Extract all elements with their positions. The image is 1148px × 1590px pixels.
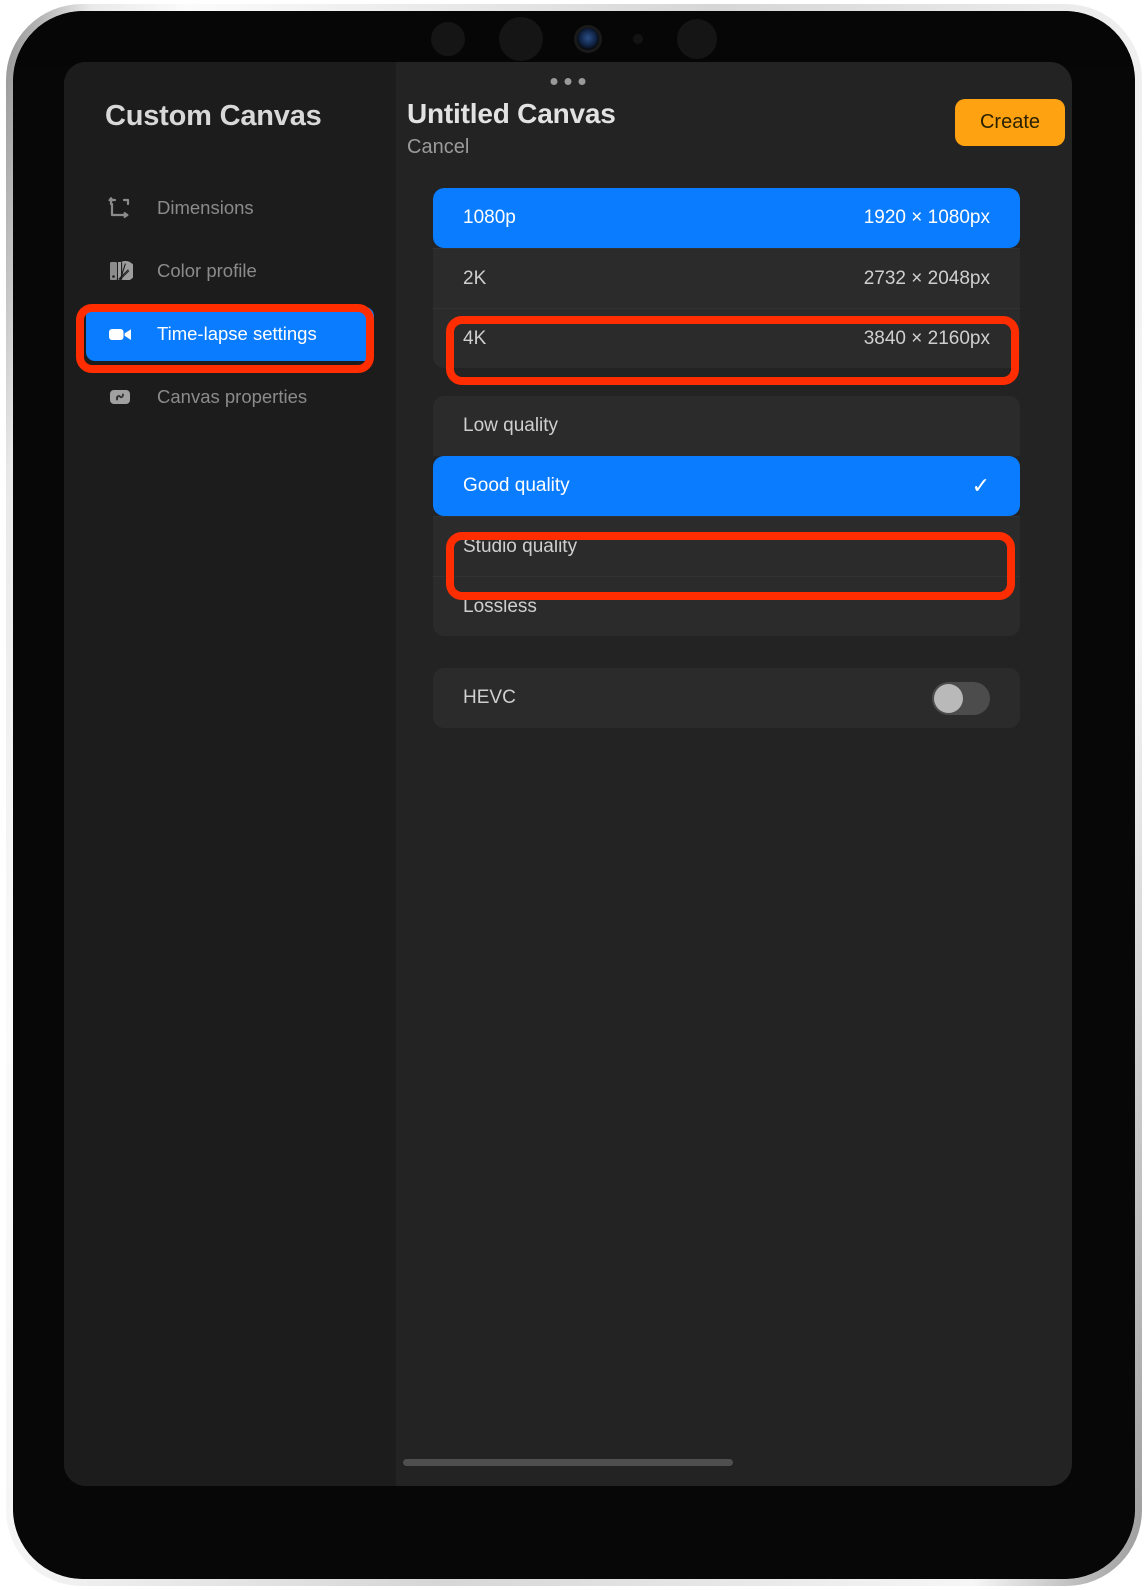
custom-canvas-panel: Custom Canvas Dimensions Color profile T… <box>64 62 1072 1486</box>
document-title: Untitled Canvas <box>407 98 616 129</box>
create-button[interactable]: Create <box>954 99 1065 146</box>
screenshot-stage: Custom Canvas Dimensions Color profile T… <box>0 0 1148 1590</box>
ipad-device-frame: Custom Canvas Dimensions Color profile T… <box>6 4 1142 1586</box>
video-camera-icon <box>105 320 135 348</box>
sidebar: Custom Canvas Dimensions Color profile T… <box>64 62 396 1486</box>
checkmark-icon: ✓ <box>971 473 990 498</box>
sidebar-item-canvas-properties[interactable]: Canvas properties <box>86 370 374 424</box>
canvas-properties-icon <box>105 383 135 411</box>
front-camera-lens-icon <box>577 27 599 50</box>
quality-label: Lossless <box>463 595 537 617</box>
color-profile-icon <box>105 257 135 285</box>
resolution-label: 2K <box>463 267 487 289</box>
cancel-button[interactable]: Cancel <box>407 136 469 159</box>
home-indicator[interactable] <box>403 1459 733 1466</box>
quality-row-lossless[interactable]: Lossless <box>433 576 1020 636</box>
sidebar-item-label: Time-lapse settings <box>157 323 317 344</box>
sidebar-item-label: Dimensions <box>157 197 254 218</box>
drag-handle-dots-icon[interactable] <box>550 78 586 85</box>
device-bezel: Custom Canvas Dimensions Color profile T… <box>13 11 1135 1579</box>
main-header: Untitled Canvas Cancel Create <box>396 98 1072 159</box>
sensor-dot-icon <box>677 18 717 59</box>
sidebar-item-color-profile[interactable]: Color profile <box>86 244 374 298</box>
sidebar-item-time-lapse-settings[interactable]: Time-lapse settings <box>86 307 374 361</box>
camera-bezel <box>13 11 1135 66</box>
codec-option-group: HEVC <box>433 668 1020 728</box>
sidebar-item-label: Color profile <box>157 260 257 281</box>
ambient-sensor-icon <box>633 33 643 44</box>
resolution-row-1080p[interactable]: 1080p 1920 × 1080px <box>433 188 1020 248</box>
quality-option-group: Low quality Good quality ✓ Studio qualit… <box>433 396 1020 636</box>
ipad-screen: Custom Canvas Dimensions Color profile T… <box>13 11 1135 1579</box>
dimensions-icon <box>105 194 135 222</box>
toggle-knob <box>934 683 963 713</box>
sidebar-item-label: Canvas properties <box>157 386 308 407</box>
resolution-row-4k[interactable]: 4K 3840 × 2160px <box>433 308 1020 368</box>
quality-row-low-quality[interactable]: Low quality <box>433 396 1020 456</box>
quality-label: Good quality <box>463 475 570 496</box>
page-title: Custom Canvas <box>105 100 322 132</box>
codec-row-hevc: HEVC <box>433 668 1020 728</box>
sensor-dot-icon <box>499 16 543 61</box>
sidebar-item-dimensions[interactable]: Dimensions <box>86 181 374 235</box>
quality-row-studio-quality[interactable]: Studio quality <box>433 516 1020 576</box>
quality-label: Studio quality <box>463 535 578 557</box>
resolution-value: 3840 × 2160px <box>863 327 990 349</box>
quality-row-good-quality[interactable]: Good quality ✓ <box>433 456 1020 516</box>
quality-label: Low quality <box>463 415 559 436</box>
resolution-label: 4K <box>463 327 487 349</box>
hevc-toggle[interactable] <box>932 681 990 715</box>
main-content: Untitled Canvas Cancel Create 1080p 1920… <box>396 62 1072 1486</box>
resolution-row-2k[interactable]: 2K 2732 × 2048px <box>433 248 1020 308</box>
sensor-dot-icon <box>431 21 465 56</box>
resolution-label: 1080p <box>463 207 516 228</box>
codec-label: HEVC <box>463 687 516 708</box>
resolution-option-group: 1080p 1920 × 1080px 2K 2732 × 2048px 4K … <box>433 188 1020 368</box>
resolution-value: 1920 × 1080px <box>863 207 990 228</box>
resolution-value: 2732 × 2048px <box>863 267 990 289</box>
